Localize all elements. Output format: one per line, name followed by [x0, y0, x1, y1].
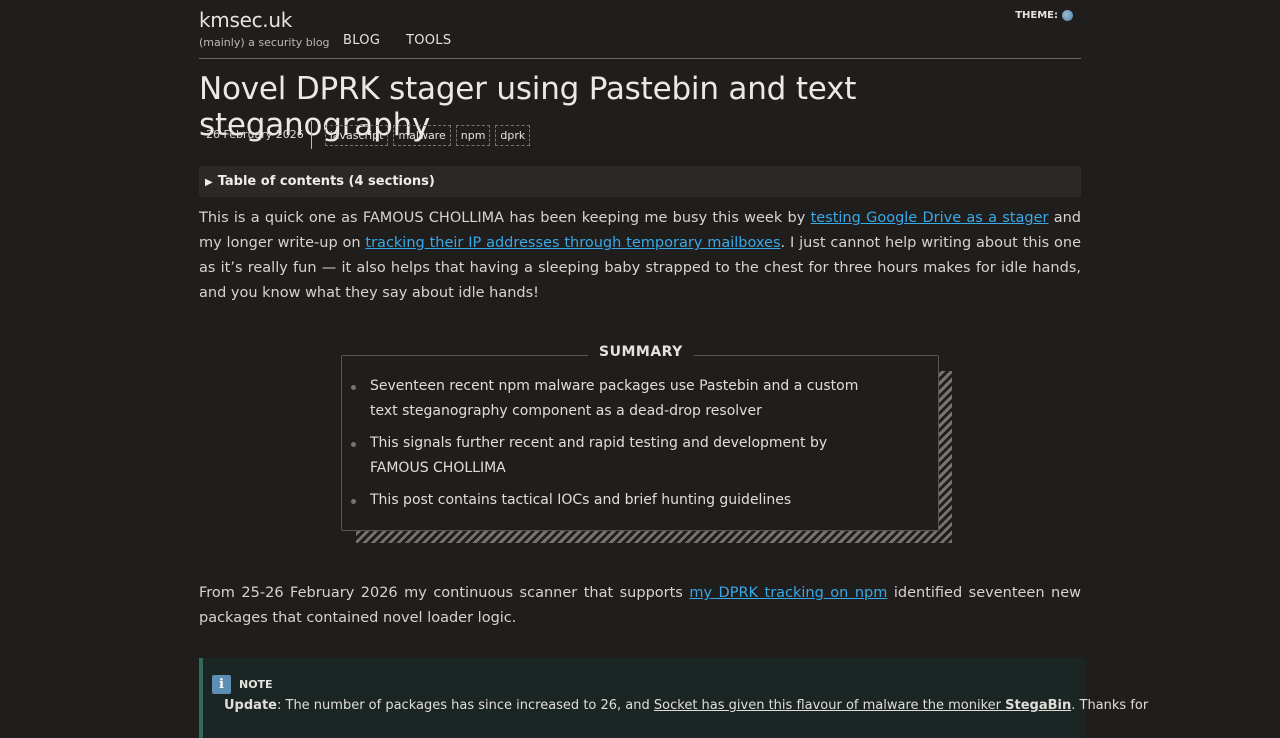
note-text-2: . Thanks for	[1071, 698, 1149, 713]
tag-npm[interactable]: npm	[455, 124, 491, 146]
summary-item: Seventeen recent npm malware packages us…	[342, 374, 938, 424]
tag-malware[interactable]: malware	[393, 124, 451, 146]
site-header: kmsec.uk (mainly) a security blog BLOG T…	[199, 0, 1081, 59]
page: kmsec.uk (mainly) a security blog BLOG T…	[199, 0, 1148, 738]
stegabin-name: StegaBin	[1005, 698, 1072, 713]
toc-label: Table of contents (4 sections)	[217, 174, 435, 189]
scanner-text-1: From 25-26 February 2026 my continuous s…	[199, 585, 690, 601]
note-label: NOTE	[239, 678, 273, 691]
scanner-paragraph: From 25-26 February 2026 my continuous s…	[199, 581, 1081, 631]
note-header: i NOTE	[212, 675, 273, 694]
google-drive-stager-link[interactable]: testing Google Drive as a stager	[811, 210, 1049, 226]
note-text: Update: The number of packages has since…	[224, 698, 1148, 713]
info-icon: i	[212, 675, 231, 694]
dprk-npm-tracking-link[interactable]: my DPRK tracking on npm	[689, 585, 887, 601]
intro-paragraph: This is a quick one as FAMOUS CHOLLIMA h…	[199, 206, 1081, 306]
intro-text-1: This is a quick one as FAMOUS CHOLLIMA h…	[199, 210, 811, 226]
ip-tracking-link[interactable]: tracking their IP addresses through temp…	[365, 235, 780, 251]
site-title[interactable]: kmsec.uk	[199, 8, 292, 32]
summary-item: This post contains tactical IOCs and bri…	[342, 488, 938, 513]
post-date: 26 February 2026	[199, 121, 312, 149]
note-text-1: : The number of packages has since incre…	[276, 698, 654, 713]
socket-link-text: Socket has given this flavour of malware…	[653, 698, 1001, 713]
socket-stegabin-link[interactable]: Socket has given this flavour of malware…	[654, 698, 1071, 713]
theme-toggle[interactable]: THEME:	[1015, 10, 1073, 21]
summary-box: SUMMARY Seventeen recent npm malware pac…	[341, 344, 939, 531]
globe-icon[interactable]	[1062, 10, 1073, 21]
tag-javascript[interactable]: javascript	[324, 124, 389, 146]
tag-list: javascript malware npm dprk	[324, 124, 531, 146]
nav-tools-link[interactable]: TOOLS	[406, 33, 451, 48]
site-subtitle: (mainly) a security blog	[199, 36, 330, 49]
update-label: Update	[224, 698, 277, 713]
caret-right-icon: ▶	[205, 177, 213, 188]
table-of-contents-toggle[interactable]: ▶ Table of contents (4 sections)	[199, 166, 1081, 197]
summary-list: Seventeen recent npm malware packages us…	[342, 374, 938, 520]
tag-dprk[interactable]: dprk	[495, 124, 531, 146]
post-meta: 26 February 2026 javascript malware npm …	[199, 121, 531, 149]
summary-item: This signals further recent and rapid te…	[342, 431, 938, 481]
theme-label: THEME:	[1015, 10, 1058, 21]
note-callout: i NOTE Update: The number of packages ha…	[199, 658, 1148, 738]
nav-blog-link[interactable]: BLOG	[343, 33, 380, 48]
summary-title: SUMMARY	[588, 344, 694, 360]
